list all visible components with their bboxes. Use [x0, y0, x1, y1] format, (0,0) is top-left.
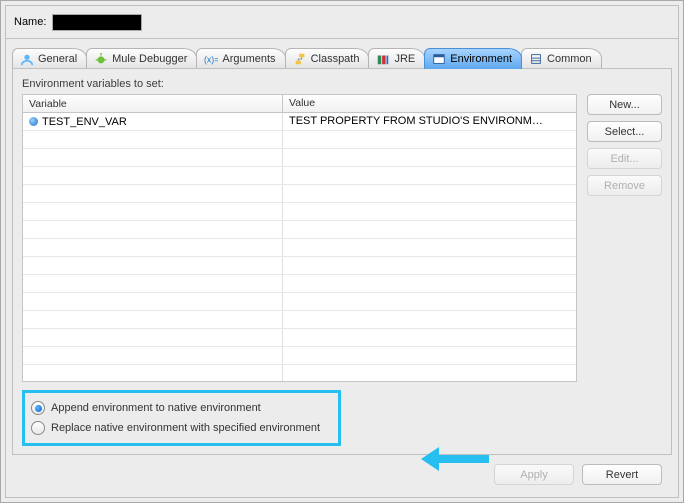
table-row [23, 185, 576, 203]
button-column: New... Select... Edit... Remove [587, 94, 662, 382]
tab-label: Arguments [222, 53, 275, 65]
panel-title: Environment variables to set: [22, 78, 662, 90]
tab-common[interactable]: Common [521, 48, 602, 69]
tab-general[interactable]: General [12, 48, 87, 69]
env-table[interactable]: Variable Value TEST_ENV_VAR TEST PROPERT… [22, 94, 577, 382]
general-icon [20, 52, 34, 66]
new-button[interactable]: New... [587, 94, 662, 115]
tab-label: Common [547, 53, 592, 65]
table-row [23, 131, 576, 149]
tab-jre[interactable]: JRE [368, 48, 425, 69]
table-row [23, 257, 576, 275]
tab-classpath[interactable]: Classpath [285, 48, 370, 69]
environment-icon [432, 52, 446, 66]
cell-value: TEST PROPERTY FROM STUDIO'S ENVIRONM… [283, 113, 576, 130]
footer-buttons: Apply Revert [494, 464, 662, 485]
name-label: Name: [14, 16, 46, 28]
env-mode-radios: Append environment to native environment… [22, 390, 341, 446]
radio-append-row[interactable]: Append environment to native environment [31, 398, 320, 418]
table-row [23, 329, 576, 347]
tab-label: Environment [450, 53, 512, 65]
table-row [23, 275, 576, 293]
table-row [23, 167, 576, 185]
table-row [23, 221, 576, 239]
tab-bar: General Mule Debugger (x)= Arguments Cla… [6, 39, 678, 69]
tab-environment[interactable]: Environment [424, 48, 522, 69]
col-variable[interactable]: Variable [23, 95, 283, 112]
name-input[interactable] [52, 14, 142, 31]
table-wrap: Variable Value TEST_ENV_VAR TEST PROPERT… [22, 94, 662, 382]
radio-append[interactable] [31, 401, 45, 415]
select-button[interactable]: Select... [587, 121, 662, 142]
radio-append-label: Append environment to native environment [51, 402, 261, 414]
cell-variable: TEST_ENV_VAR [23, 113, 283, 130]
cell-variable-text: TEST_ENV_VAR [42, 116, 127, 128]
radio-replace-label: Replace native environment with specifie… [51, 422, 320, 434]
table-row [23, 347, 576, 365]
jre-icon [376, 52, 390, 66]
name-row: Name: [6, 6, 678, 38]
tab-mule-debugger[interactable]: Mule Debugger [86, 48, 197, 69]
variable-dot-icon [29, 117, 38, 126]
radio-replace-row[interactable]: Replace native environment with specifie… [31, 418, 320, 438]
tab-label: Mule Debugger [112, 53, 187, 65]
bug-icon [94, 52, 108, 66]
table-row [23, 365, 576, 382]
radio-replace[interactable] [31, 421, 45, 435]
svg-text:(x)=: (x)= [204, 55, 218, 65]
arguments-icon: (x)= [204, 52, 218, 66]
table-header: Variable Value [23, 95, 576, 113]
col-value[interactable]: Value [283, 95, 576, 112]
remove-button: Remove [587, 175, 662, 196]
common-icon [529, 52, 543, 66]
table-row [23, 293, 576, 311]
dialog-inner: Name: General Mule Debugger (x)= Argumen… [5, 5, 679, 498]
environment-panel: Environment variables to set: Variable V… [12, 68, 672, 455]
table-row [23, 149, 576, 167]
tab-label: Classpath [311, 53, 360, 65]
edit-button: Edit... [587, 148, 662, 169]
table-row [23, 311, 576, 329]
revert-button[interactable]: Revert [582, 464, 662, 485]
table-row [23, 239, 576, 257]
table-row [23, 203, 576, 221]
tab-arguments[interactable]: (x)= Arguments [196, 48, 285, 69]
tab-label: General [38, 53, 77, 65]
classpath-icon [293, 52, 307, 66]
apply-button: Apply [494, 464, 574, 485]
tab-label: JRE [394, 53, 415, 65]
table-row[interactable]: TEST_ENV_VAR TEST PROPERTY FROM STUDIO'S… [23, 113, 576, 131]
dialog-frame: Name: General Mule Debugger (x)= Argumen… [0, 0, 684, 503]
